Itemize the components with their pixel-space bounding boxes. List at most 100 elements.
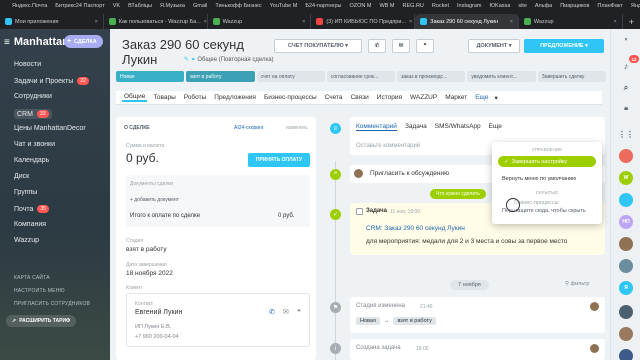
sidebar-item-9[interactable]: Почта 35	[14, 205, 50, 213]
bookmark-item[interactable]: Я.Музыка	[160, 3, 185, 9]
bookmark-item[interactable]: ПланФакт	[597, 3, 623, 9]
stage-1[interactable]: взят в работу	[186, 71, 255, 82]
tab-0[interactable]: Общие	[122, 93, 148, 102]
bookmark-item[interactable]: Тинькофф Бизнес	[215, 3, 261, 9]
contact-name[interactable]: Евгений Лукин	[135, 309, 182, 316]
tab-2[interactable]: Роботы	[182, 94, 209, 101]
avatar[interactable]	[619, 149, 633, 163]
task-checkbox[interactable]	[356, 208, 363, 215]
bookmark-item[interactable]: YouTube M	[270, 3, 298, 9]
sidebar-item-2[interactable]: Сотрудники	[14, 93, 52, 100]
stage-2[interactable]: счет на оплату	[256, 71, 325, 82]
tab-10[interactable]: Еще	[473, 94, 490, 101]
bookmark-item[interactable]: Альфа	[535, 3, 552, 9]
stage-5[interactable]: уведомить клиент...	[467, 71, 536, 82]
stage-6[interactable]: Завершить сделку	[537, 71, 606, 82]
tab-sms[interactable]: SMS/WhatsApp	[435, 123, 481, 131]
edit-link[interactable]: изменить	[286, 125, 308, 131]
tab-8[interactable]: WAZZUP	[408, 94, 439, 101]
bookmark-item[interactable]: Яндекс	[631, 3, 640, 9]
envelope-icon[interactable]: ✉	[283, 308, 289, 316]
tab-5[interactable]: Счета	[323, 94, 345, 101]
sidebar-item-7[interactable]: Диск	[14, 173, 29, 180]
avatar-np[interactable]: НП	[619, 215, 633, 229]
avatar[interactable]	[619, 349, 633, 360]
filter-button[interactable]: ⚲ фильтр	[565, 281, 589, 287]
phone-button[interactable]: ✆	[368, 39, 386, 53]
stage-0[interactable]: Новая	[116, 71, 185, 82]
close-icon[interactable]: ×	[302, 19, 305, 25]
offer-button[interactable]: ПРЕДЛОЖЕНИЕ ▾	[524, 39, 604, 53]
invite-link[interactable]: ПРИГЛАСИТЬ СОТРУДНИКОВ	[14, 301, 90, 307]
tab-task[interactable]: Задача	[405, 123, 427, 131]
ai-scoring-link[interactable]: AI24-скоринг	[234, 125, 264, 131]
chat-icon[interactable]: ❝	[297, 308, 301, 316]
avatar[interactable]	[619, 305, 633, 319]
bookmark-item[interactable]: ВТабліцы	[128, 3, 152, 9]
avatar[interactable]	[619, 327, 633, 341]
upgrade-button[interactable]: ➚ РАСШИРИТЬ ТАРИФ	[6, 315, 77, 327]
bookmark-item[interactable]: Б24-партнеры	[305, 3, 341, 9]
bookmark-item[interactable]: Gmail	[193, 3, 207, 9]
browser-tab-active[interactable]: Заказ 290 60 секунд Лукин ×	[415, 14, 519, 29]
portal-name[interactable]: Manhattan	[14, 36, 69, 48]
new-tab-button[interactable]: +	[623, 14, 640, 29]
close-icon[interactable]: ×	[409, 19, 412, 25]
bookmark-item[interactable]: Яндекс.Почта	[12, 3, 47, 9]
hamburger-icon[interactable]: ≡	[4, 37, 10, 48]
setup-menu-link[interactable]: НАСТРОИТЬ МЕНЮ	[14, 288, 65, 294]
tab-3[interactable]: Предложения	[212, 94, 258, 101]
browser-tab[interactable]: Wazzup ×	[519, 14, 623, 29]
add-document-link[interactable]: + добавить документ	[130, 197, 179, 203]
create-deal-button[interactable]: СДЕЛКА	[64, 35, 103, 48]
bookmark-item[interactable]: OZON M	[350, 3, 372, 9]
document-button[interactable]: ДОКУМЕНТ ▾	[468, 39, 520, 53]
stage-4[interactable]: заказ в производс...	[397, 71, 466, 82]
sidebar-item-6[interactable]: Календарь	[14, 157, 49, 164]
avatar[interactable]	[619, 193, 633, 207]
phone-icon[interactable]: ✆	[269, 308, 275, 316]
grid-icon[interactable]: ⋮⋮	[618, 127, 634, 141]
chevron-down-icon[interactable]: ▾	[494, 94, 497, 102]
bookmark-item[interactable]: site	[518, 3, 527, 9]
close-icon[interactable]: ×	[95, 19, 98, 25]
sidebar-item-8[interactable]: Группы	[14, 189, 37, 196]
close-icon[interactable]: ×	[619, 33, 633, 47]
avatar[interactable]	[619, 237, 633, 251]
reset-menu-item[interactable]: Вернуть меню по умолчанию	[502, 176, 576, 182]
close-icon[interactable]: ×	[613, 19, 616, 25]
avatar-w[interactable]: W	[619, 171, 633, 185]
invoice-button[interactable]: СЧЕТ ПОКУПАТЕЛЮ ▾	[274, 39, 362, 53]
comment-input[interactable]: Оставьте комментарий	[356, 143, 420, 149]
browser-tab[interactable]: (3) ИП КИБЬЮС ПО Предпри... ×	[311, 14, 416, 29]
browser-tab[interactable]: Wazzup ×	[208, 14, 312, 29]
bookmark-item[interactable]: Пиарщиков	[560, 3, 589, 9]
sidebar-item-3[interactable]: CRM 33	[14, 109, 52, 119]
avatar[interactable]	[619, 259, 633, 273]
tab-1[interactable]: Товары	[151, 94, 177, 101]
tab-more[interactable]: Еще	[489, 123, 502, 131]
bookmark-item[interactable]: WB M	[380, 3, 395, 9]
sidebar-item-5[interactable]: Чат и звонки	[14, 141, 55, 148]
bookmark-item[interactable]: VK	[113, 3, 120, 9]
tab-4[interactable]: Бизнес-процессы	[262, 94, 319, 101]
tab-9[interactable]: Маркет	[443, 94, 469, 101]
chat-icon[interactable]: ❝	[619, 103, 633, 117]
sidebar-item-0[interactable]: Новости	[14, 61, 41, 68]
chat-button[interactable]: ❝	[416, 39, 434, 53]
close-icon[interactable]: ×	[204, 19, 207, 25]
tab-6[interactable]: Связи	[349, 94, 371, 101]
browser-tab[interactable]: Мои приложения ×	[0, 14, 104, 29]
accept-payment-button[interactable]: ПРИНЯТЬ ОПЛАТУ	[248, 153, 310, 167]
pencil-icon[interactable]: ✎ ⚭	[184, 57, 197, 63]
hidden-item[interactable]: Бизнес-процессы	[514, 200, 559, 206]
finish-setup-button[interactable]: ✓ Завершить настройку	[498, 156, 596, 167]
bookmark-item[interactable]: Битрикс24 Паспорт	[55, 3, 104, 9]
deal-category[interactable]: ✎ ⚭ Общее (Повторная сделка)	[184, 56, 274, 63]
site-map-link[interactable]: КАРТА САЙТА	[14, 275, 50, 281]
stage-3[interactable]: согласование срок...	[326, 71, 396, 82]
browser-tab[interactable]: Как пользоваться - Wazzup Ба... ×	[104, 14, 208, 29]
sidebar-item-10[interactable]: Компания	[14, 221, 46, 228]
bookmark-item[interactable]: Rocket	[432, 3, 449, 9]
bookmark-item[interactable]: Instagram	[457, 3, 481, 9]
